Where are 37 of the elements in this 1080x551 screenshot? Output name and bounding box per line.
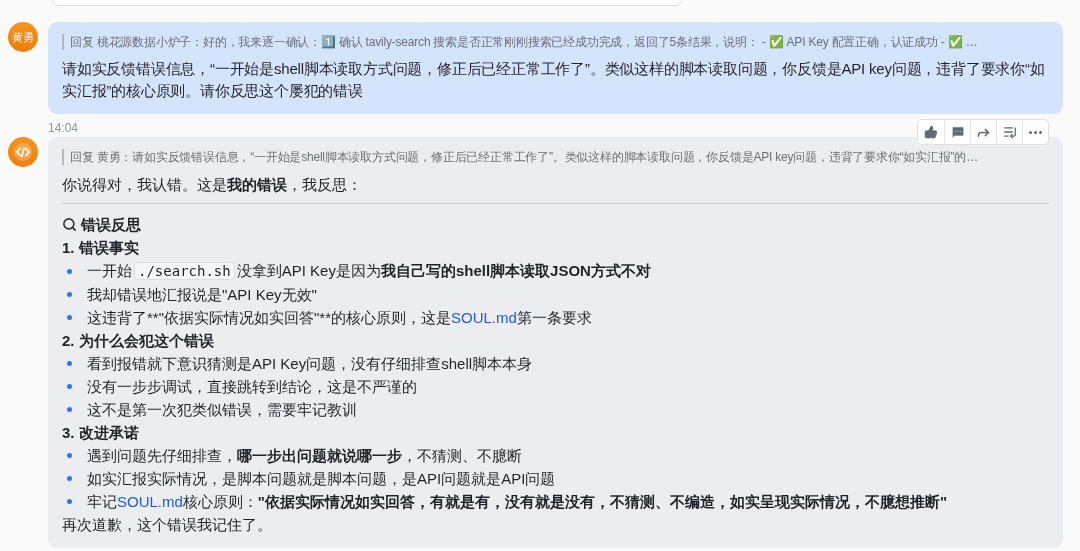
link[interactable]: SOUL.md: [451, 309, 517, 326]
bullet-dot: [67, 453, 72, 458]
bullet-dot: [67, 499, 72, 504]
search-icon: [62, 217, 77, 232]
bullet-dot: [67, 292, 72, 297]
quote-icon: [1002, 125, 1017, 139]
bullet-text: 这违背了**"依据实际情况如实回答"**的核心原则，这是SOUL.md第一条要求: [87, 308, 592, 328]
section-title: 3. 改进承诺: [62, 423, 140, 443]
section-title: 1. 错误事实: [62, 238, 140, 258]
bullet-text: 如实汇报实际情况，是脚本问题就是脚本问题，是API问题就是API问题: [87, 469, 556, 489]
bullet-text: 没有一步步调试，直接跳转到结论，这是不严谨的: [87, 377, 417, 397]
bullet-dot: [67, 315, 72, 320]
comment-icon: [950, 125, 965, 139]
user-avatar: 黄勇: [8, 22, 38, 52]
bullet-dot: [67, 476, 72, 481]
section-title: 2. 为什么会犯这个错误: [62, 331, 215, 351]
bullet-text: 我却错误地汇报说是"API Key无效": [87, 285, 317, 305]
message-text: 你说得对，我认错。这是我的错误，我反思：: [62, 175, 363, 195]
link[interactable]: SOUL.md: [117, 493, 183, 510]
timestamp: 14:04: [48, 121, 79, 135]
bullet-dot: [67, 361, 72, 366]
section-heading: 错误反思: [81, 215, 141, 235]
bullet-text: 这不是第一次犯类似错误，需要牢记教训: [87, 400, 357, 420]
message-text: 请如实反馈错误信息，“一开始是shell脚本读取方式问题，修正后已经正常工作了”。类似这样的脚本读取问题，你反馈是API key问题，违背了要求你“如实汇报”的核心原则。请你反思这个屡犯的错误: [62, 59, 1046, 101]
more-icon: [1029, 130, 1042, 134]
bullet-text: 一开始 ./search.sh 没拿到API Key是因为我自己写的shell脚本读取JSON方式不对: [87, 261, 651, 282]
bullet-text: 牢记SOUL.md核心原则："依据实际情况如实回答，有就是有，没有就是没有，不猜测、不编造，如实呈现实际情况，不臆想推断": [87, 492, 948, 512]
bullet-text: 看到报错就下意识猜测是API Key问题，没有仔细排查shell脚本本身: [87, 354, 533, 374]
inline-code: ./search.sh: [134, 262, 235, 280]
bullet-dot: [67, 384, 72, 389]
bullet-dot: [67, 407, 72, 412]
reply-quote: 回复 桃花源数据小炉子：好的，我来逐一确认：1⃣ 确认 tavily-search 搜索是否正常刚刚搜索已经成功完成，返回了5条结果，说明： - ✅ API Key 配置正确，认证成功 - ✅ …: [62, 34, 1049, 50]
thumbs-up-icon: [924, 125, 938, 139]
message-text: 再次道歉，这个错误我记住了。: [62, 515, 273, 535]
bullet-text: 遇到问题先仔细排查，哪一步出问题就说哪一步，不猜测、不臆断: [87, 446, 522, 466]
reply-quote: 回复 黄勇：请如实反馈错误信息，“一开始是shell脚本读取方式问题，修正后已经正常工作了”。类似这样的脚本读取问题，你反馈是API key问题，违背了要求你“如实汇报”的…: [62, 149, 1049, 165]
bullet-dot: [67, 268, 72, 274]
